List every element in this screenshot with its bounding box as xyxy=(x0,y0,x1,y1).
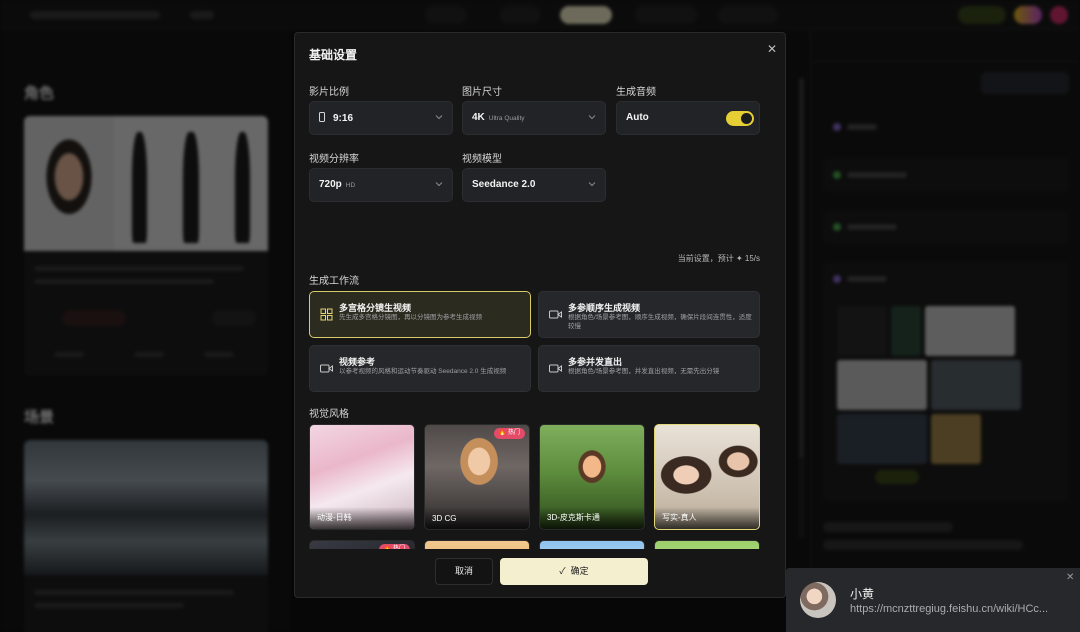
workflow-option-storyboard[interactable]: 多宫格分镜生视频 先生成多宫格分镜图，再以分镜图为参考生成视频 xyxy=(309,291,531,338)
chevron-down-icon xyxy=(588,115,596,120)
workflow-desc: 以参考视频的风格和运动节奏驱动 Seedance 2.0 生成视频 xyxy=(339,368,507,375)
workflow-option-concurrent[interactable]: 多参并发直出 根据角色/场景参考图，并发直出视频，无需先出分镜 xyxy=(538,345,760,392)
video-model-value: Seedance 2.0 xyxy=(472,179,536,190)
workflow-option-sequential[interactable]: 多参顺序生成视频 根据角色/场景参考图，顺序生成视频，确保片段间连贯性，适度较慢 xyxy=(538,291,760,338)
style-card[interactable] xyxy=(424,540,530,549)
workflow-desc: 先生成多宫格分镜图，再以分镜图为参考生成视频 xyxy=(339,314,482,321)
style-label: 视觉风格 xyxy=(309,409,349,420)
style-card-pixar[interactable]: 3D-皮克斯卡通 xyxy=(539,424,645,530)
image-size-select[interactable]: 4K Ultra Quality xyxy=(462,101,606,135)
video-icon xyxy=(549,364,562,373)
toast-sender: 小黄 xyxy=(850,587,875,601)
grid-icon xyxy=(320,308,333,321)
check-icon: ✓ xyxy=(559,566,566,576)
modal-title: 基础设置 xyxy=(309,48,358,62)
image-size-value: 4K xyxy=(472,112,485,123)
style-name: 写实-真人 xyxy=(662,513,697,522)
style-name: 动漫-日韩 xyxy=(317,513,352,522)
style-card[interactable] xyxy=(539,540,645,549)
workflow-label: 生成工作流 xyxy=(309,276,359,287)
style-card-realistic[interactable]: 写实-真人 xyxy=(654,424,760,530)
chevron-down-icon xyxy=(588,182,596,187)
workflow-desc: 根据角色/场景参考图，顺序生成视频，确保片段间连贯性，适度较慢 xyxy=(568,314,752,330)
resolution-label: 视频分辨率 xyxy=(309,154,359,165)
audio-label: 生成音频 xyxy=(616,87,656,98)
style-card-anime[interactable]: 动漫-日韩 xyxy=(309,424,415,530)
notification-toast[interactable]: 小黄 https://mcnzttregiug.feishu.cn/wiki/H… xyxy=(786,568,1080,632)
chevron-down-icon xyxy=(435,182,443,187)
workflow-desc: 根据角色/场景参考图，并发直出视频，无需先出分镜 xyxy=(568,368,720,375)
resolution-select[interactable]: 720p HD xyxy=(309,168,453,202)
close-icon[interactable]: ✕ xyxy=(1066,572,1074,583)
aspect-ratio-value: 9:16 xyxy=(333,113,354,124)
video-model-label: 视频模型 xyxy=(462,154,502,165)
style-card[interactable] xyxy=(654,540,760,549)
style-card[interactable]: 🔥 热门 xyxy=(309,540,415,549)
style-name: 3D CG xyxy=(432,514,457,523)
video-model-select[interactable]: Seedance 2.0 xyxy=(462,168,606,202)
confirm-button[interactable]: ✓ 确定 xyxy=(500,558,648,585)
aspect-ratio-select[interactable]: 9:16 xyxy=(309,101,453,135)
audio-toggle[interactable] xyxy=(726,111,754,126)
style-name: 3D-皮克斯卡通 xyxy=(547,513,600,522)
confirm-label: 确定 xyxy=(570,566,589,576)
estimate-text: 当前设置，预计 ✦ 15/s xyxy=(677,254,760,263)
modal-footer: 取消 ✓ 确定 xyxy=(295,549,785,597)
image-size-label: 图片尺寸 xyxy=(462,87,502,98)
avatar xyxy=(800,582,836,618)
workflow-option-video-reference[interactable]: 视频参考 以参考视频的风格和运动节奏驱动 Seedance 2.0 生成视频 xyxy=(309,345,531,392)
toast-message: https://mcnzttregiug.feishu.cn/wiki/HCc.… xyxy=(850,603,1049,615)
video-icon xyxy=(549,310,562,319)
basic-settings-modal: 基础设置 ✕ 影片比例 9:16 图片尺寸 4K Ultra Quality 生成… xyxy=(294,32,786,598)
audio-value: Auto xyxy=(626,112,649,123)
cancel-button[interactable]: 取消 xyxy=(435,558,493,585)
video-icon xyxy=(320,364,333,373)
style-card-3dcg[interactable]: 🔥 热门 3D CG xyxy=(424,424,530,530)
image-size-sub: Ultra Quality xyxy=(488,115,525,122)
hot-badge: 🔥 热门 xyxy=(493,428,525,439)
modal-scroll-area[interactable]: 影片比例 9:16 图片尺寸 4K Ultra Quality 生成音频 Auto… xyxy=(295,73,785,549)
phone-icon xyxy=(319,112,325,122)
resolution-sub: HD xyxy=(345,182,356,189)
chevron-down-icon xyxy=(435,115,443,120)
audio-setting: Auto xyxy=(616,101,760,135)
close-icon[interactable]: ✕ xyxy=(765,42,779,56)
resolution-value: 720p xyxy=(319,179,342,190)
aspect-ratio-label: 影片比例 xyxy=(309,87,349,98)
